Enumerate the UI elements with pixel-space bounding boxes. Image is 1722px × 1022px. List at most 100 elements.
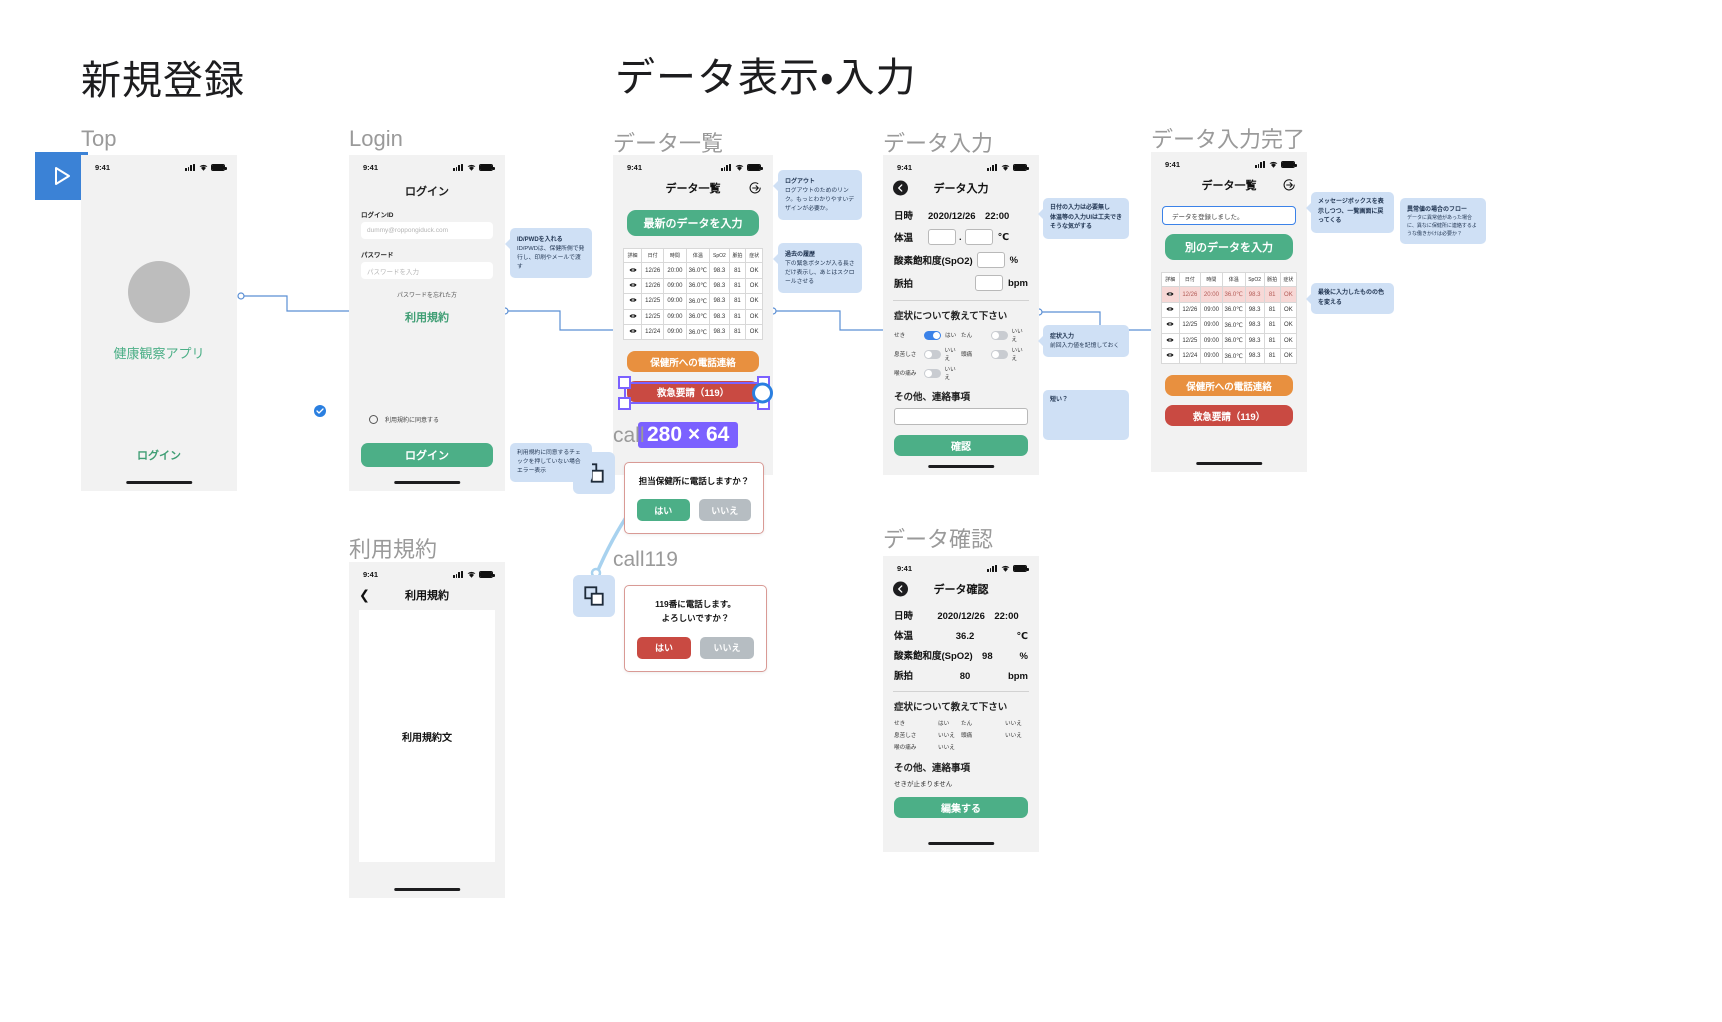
confirm-button[interactable]: 確認 [894,435,1028,456]
back-icon[interactable] [893,581,908,597]
note-body: 下の緊急ボタンが入る長さだけ表示し、あとはスクロールさせる [785,261,855,285]
pulse-input[interactable] [974,275,1003,291]
symptom-switch[interactable] [990,349,1008,359]
temperature-dec-input[interactable] [964,229,993,245]
table-row[interactable]: 12/25 09:00 36.0℃ 98.3 81 OK [1161,317,1298,334]
logout-icon[interactable] [1282,178,1297,193]
table-cell: 81 [1263,286,1281,303]
prototype-link-handle[interactable] [752,382,773,404]
table-cell: 12/26 [641,277,665,295]
dialog-no-button[interactable]: いいえ [698,499,751,522]
row-detail-icon[interactable] [1161,317,1180,334]
table-cell: 36.0℃ [1221,301,1246,319]
row-detail-icon[interactable] [622,293,643,310]
th-pulse: 脈拍 [728,247,747,264]
table-row[interactable]: 12/24 09:00 36.0℃ 98.3 81 OK [622,323,763,341]
connector-wires [237,292,1151,579]
component-badge-call119[interactable] [573,575,615,617]
app-logo [128,261,190,323]
symptom-switch[interactable] [923,368,941,378]
spo2-input[interactable] [976,252,1005,268]
battery-icon [1013,163,1029,171]
check-pulse-row: 脈拍 80 bpm [883,668,1039,682]
table-cell: OK [745,262,763,279]
row-detail-icon[interactable] [622,308,643,325]
call-health-center-button[interactable]: 保健所への電話連絡 [627,351,759,373]
login-id-input[interactable]: dummy@roppongiduck.com [361,222,493,239]
terms-body-text: 利用規約文 [359,610,495,862]
login-password-input[interactable]: パスワードを入力 [361,262,493,279]
other-section-title: その他、連絡事項 [894,392,971,403]
emergency-call-button[interactable]: 救急要請（119） [1165,405,1293,427]
input-latest-data-button[interactable]: 最新のデータを入力 [627,210,759,236]
status-time: 9:41 [363,162,379,172]
symptom-toggle-4[interactable]: 喉の痛み いいえ [894,365,961,381]
table-cell: 36.0℃ [1221,347,1246,365]
done-nav-title: データ一覧 [1201,180,1257,192]
back-icon[interactable]: ❮ [359,589,370,602]
row-detail-icon[interactable] [1161,332,1180,349]
section-title-signup: 新規登録 [81,59,245,103]
temperature-int-input[interactable] [928,229,956,245]
symptom-switch[interactable] [990,330,1008,340]
symptom-state: はい [945,333,957,339]
table-cell: 12/26 [641,262,665,279]
table-row[interactable]: 12/24 09:00 36.0℃ 98.3 81 OK [1161,347,1298,365]
symptom-switch[interactable] [924,330,941,340]
table-row[interactable]: 12/25 09:00 36.0℃ 98.3 81 OK [622,308,763,325]
status-bar: 9:41 [349,155,505,175]
symptom-toggle-3[interactable]: 頭痛 いいえ [961,346,1028,362]
dialog-no-button[interactable]: いいえ [700,636,754,659]
note-history: 過去の履歴 下の緊急ボタンが入る長さだけ表示し、あとはスクロールさせる [773,243,862,293]
terms-link[interactable]: 利用規約 [349,309,505,325]
row-detail-icon[interactable] [1161,347,1180,365]
table-row[interactable]: 12/25 09:00 36.0℃ 98.3 81 OK [1161,332,1298,349]
symptom-toggle-0[interactable]: せき はい [894,327,961,343]
table-row[interactable]: 12/25 09:00 36.0℃ 98.3 81 OK [622,293,763,310]
table-row[interactable]: 12/26 20:00 36.0℃ 98.3 81 OK [1161,286,1298,303]
top-login-link[interactable]: ログイン [81,447,237,463]
check-temperature-unit: ℃ [1016,631,1028,642]
row-detail-icon[interactable] [1161,301,1180,319]
table-cell: 36.0℃ [1221,332,1246,349]
th-time: 時間 [663,247,687,264]
check-temperature-value: 36.2 [955,631,975,642]
agree-terms-row[interactable]: 利用規約に同意する [369,415,439,424]
table-row[interactable]: 12/26 09:00 36.0℃ 98.3 81 OK [622,277,763,295]
symptom-toggle-1[interactable]: たん いいえ [961,327,1028,343]
login-button[interactable]: ログイン [361,443,493,467]
symptom-name: たん [961,721,973,727]
edit-button[interactable]: 編集する [894,797,1028,818]
terms-nav-title: 利用規約 [405,590,449,602]
symptom-switch[interactable] [923,349,941,359]
dialog-yes-button[interactable]: はい [637,636,691,659]
table-row[interactable]: 12/26 09:00 36.0℃ 98.3 81 OK [1161,301,1298,319]
selection-rect [624,382,764,404]
input-another-data-button[interactable]: 別のデータを入力 [1165,234,1293,260]
other-memo-input[interactable] [894,408,1028,425]
forgot-password-link[interactable]: パスワードを忘れた方 [349,290,505,299]
symptom-toggle-2[interactable]: 息苦しさ いいえ [894,346,961,362]
row-detail-icon[interactable] [622,262,643,279]
pulse-row: 脈拍 bpm [883,275,1039,291]
row-detail-icon[interactable] [622,323,643,341]
table-row[interactable]: 12/26 20:00 36.0℃ 98.3 81 OK [622,262,763,279]
row-detail-icon[interactable] [1161,286,1180,303]
selection-overlay[interactable] [618,376,773,410]
back-icon[interactable] [893,180,908,196]
battery-icon [747,163,763,171]
selection-handle-bl[interactable] [618,397,631,410]
table-cell: 12/25 [1178,332,1202,349]
status-time: 9:41 [1165,159,1181,169]
agree-radio-icon[interactable] [369,415,378,424]
logout-icon[interactable] [748,181,763,196]
status-icons [987,163,1029,171]
row-detail-icon[interactable] [622,277,643,295]
dialog-yes-button[interactable]: はい [637,499,690,522]
eye-icon [629,313,637,318]
note-date-input: 日付の入力は必要無し 体温等の入力UIは工夫できそうな気がする [1038,198,1129,239]
table-body: 12/26 20:00 36.0℃ 98.3 81 OK 12/26 09:00 36.0℃ 98… [1161,286,1298,365]
datetime-value: 2020/12/26 22:00 [928,211,1010,222]
selection-handle-tl[interactable] [618,376,631,389]
call-health-center-button[interactable]: 保健所への電話連絡 [1165,375,1293,397]
